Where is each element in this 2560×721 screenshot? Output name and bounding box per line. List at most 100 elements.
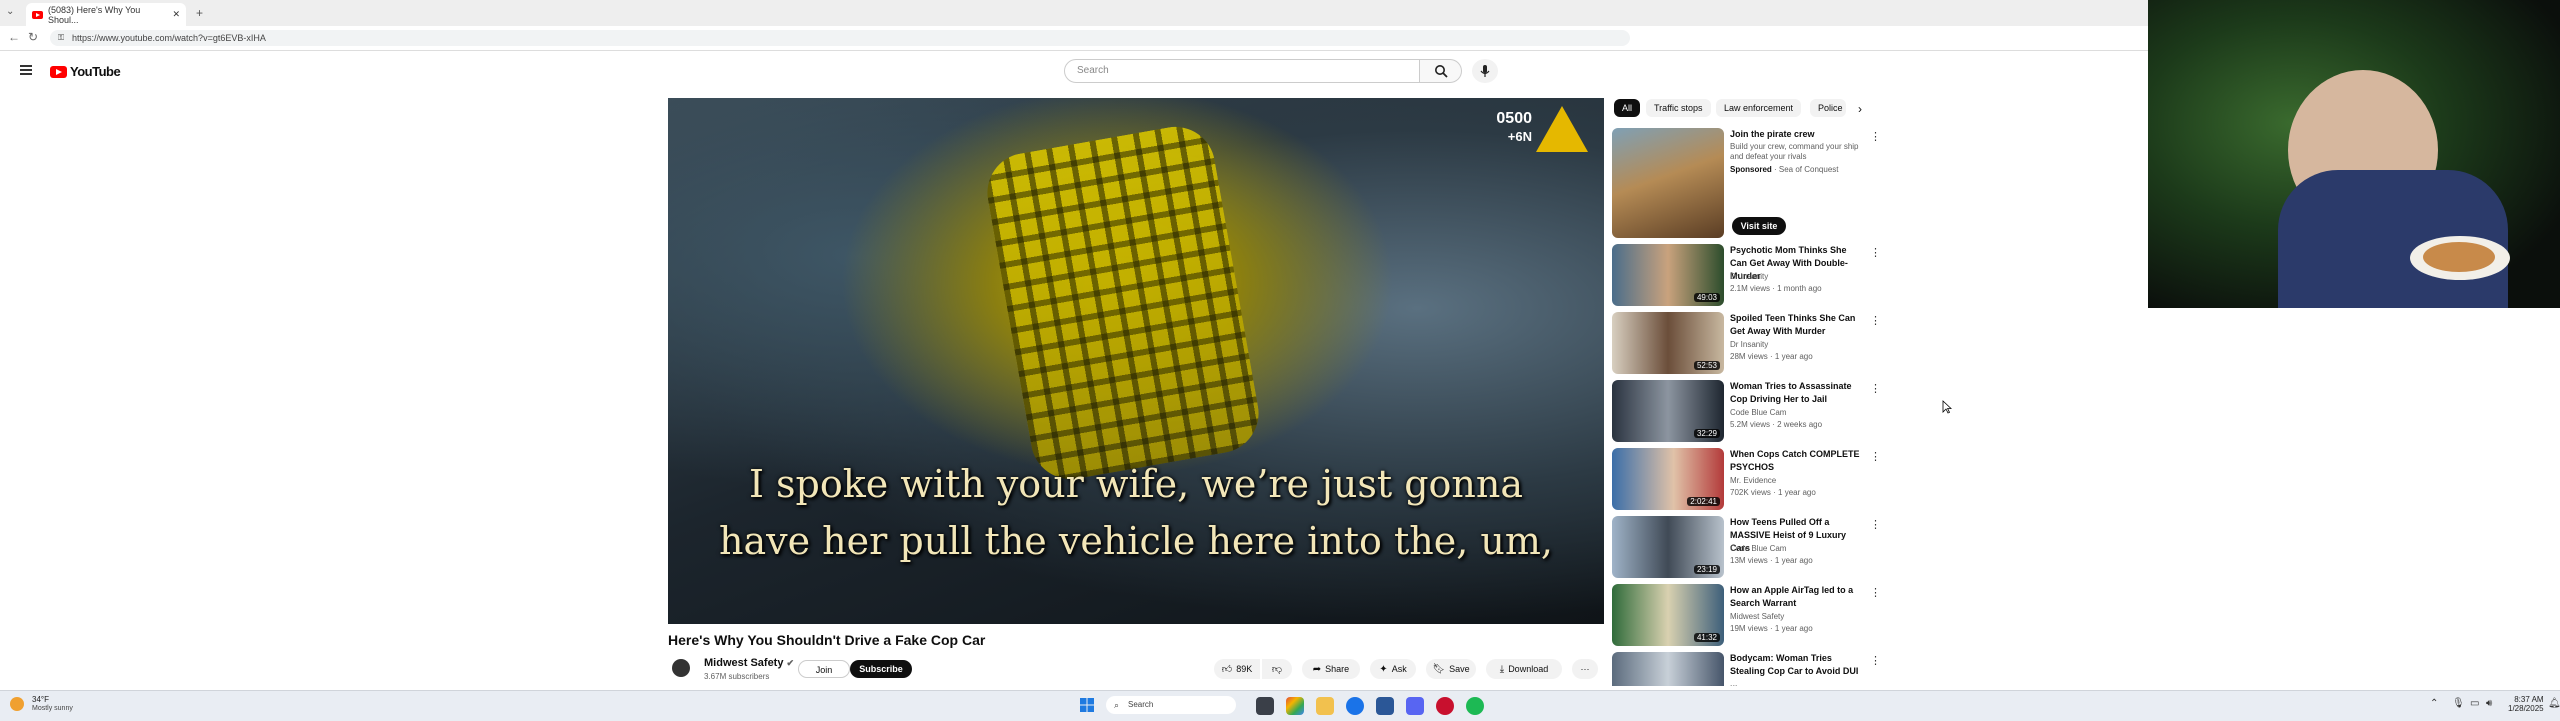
sponsored-desc-2: and defeat your rivals [1730, 152, 1807, 161]
taskbar-search[interactable]: ⌕ Search [1106, 696, 1236, 714]
subscriber-count: 3.67M subscribers [704, 672, 770, 681]
share-label: Share [1325, 664, 1350, 674]
video-card-channel[interactable]: Code Blue Cam [1730, 544, 1786, 553]
video-card-title[interactable]: When Cops Catch COMPLETE PSYCHOS [1730, 448, 1866, 474]
app-icon-red[interactable] [1436, 697, 1454, 715]
video-card-channel[interactable]: Code Blue Cam [1730, 408, 1786, 417]
recommended-video[interactable]: 52:53 Spoiled Teen Thinks She Can Get Aw… [1612, 312, 1882, 376]
channel-name[interactable]: Midwest Safety ✔ [704, 657, 794, 669]
copilot-icon[interactable] [1286, 697, 1304, 715]
microphone-icon [1480, 65, 1490, 77]
video-thumbnail[interactable] [1612, 652, 1724, 686]
more-options-icon[interactable]: ⋮ [1870, 246, 1881, 259]
chip-law-enforcement[interactable]: Law enforcement [1716, 99, 1802, 117]
search-button[interactable] [1420, 59, 1462, 83]
visit-site-button[interactable]: Visit site [1732, 217, 1786, 235]
address-bar[interactable]: ⚿ https://www.youtube.com/watch?v=gt6EVB… [50, 30, 1630, 46]
chips-next-icon[interactable]: › [1858, 102, 1862, 116]
tray-overflow-icon[interactable]: ⌃ [2430, 698, 2438, 709]
save-button[interactable]: 🔖︎ Save [1426, 659, 1476, 679]
windows-start-icon[interactable] [1080, 698, 1094, 712]
video-card-meta: 5.2M views · 2 weeks ago [1730, 420, 1823, 429]
video-card-channel[interactable]: Mr. Evidence [1730, 476, 1776, 485]
sponsored-thumbnail[interactable] [1612, 128, 1724, 238]
app-icon[interactable] [1376, 697, 1394, 715]
more-options-icon[interactable]: ⋮ [1870, 314, 1881, 327]
video-card-title[interactable]: Bodycam: Woman Tries Stealing Cop Car to… [1730, 652, 1866, 686]
discord-icon[interactable] [1406, 697, 1424, 715]
more-options-icon[interactable]: ⋮ [1870, 654, 1881, 667]
video-thumbnail[interactable]: 2:02:41 [1612, 448, 1724, 510]
download-button[interactable]: ⤓ Download [1486, 659, 1562, 679]
like-button[interactable]: 👍︎ 89K [1214, 659, 1260, 679]
refresh-icon[interactable]: ↻ [28, 30, 38, 44]
more-options-icon[interactable]: ⋮ [1870, 130, 1881, 143]
more-options-icon[interactable]: ⋮ [1870, 518, 1881, 531]
ask-button[interactable]: ✦ Ask [1370, 659, 1416, 679]
video-card-title[interactable]: Woman Tries to Assassinate Cop Driving H… [1730, 380, 1866, 406]
new-tab-icon[interactable]: + [196, 6, 203, 20]
sponsored-desc-1: Build your crew, command your ship [1730, 142, 1859, 151]
video-thumbnail[interactable]: 52:53 [1612, 312, 1724, 374]
video-thumbnail[interactable]: 49:03 [1612, 244, 1724, 306]
file-explorer-icon[interactable] [1316, 697, 1334, 715]
clock[interactable]: 8:37 AM 1/28/2025 [2508, 695, 2544, 713]
video-thumbnail[interactable]: 32:29 [1612, 380, 1724, 442]
recommended-video[interactable]: Bodycam: Woman Tries Stealing Cop Car to… [1612, 652, 1882, 686]
dislike-button[interactable]: 👎︎ [1262, 659, 1292, 679]
sponsored-card[interactable]: Join the pirate crew Build your crew, co… [1612, 128, 1882, 238]
notifications-icon[interactable]: 🔔︎ [2548, 698, 2560, 709]
tab-list-icon[interactable]: ⌄ [6, 6, 14, 17]
volume-icon[interactable]: 🔊︎ [2486, 698, 2492, 709]
recommended-video[interactable]: 2:02:41 When Cops Catch COMPLETE PSYCHOS… [1612, 448, 1882, 512]
more-options-icon[interactable]: ⋮ [1870, 382, 1881, 395]
video-card-meta: 2.1M views · 1 month ago [1730, 284, 1822, 293]
recommended-video[interactable]: 49:03 Psychotic Mom Thinks She Can Get A… [1612, 244, 1882, 308]
more-actions-button[interactable]: ··· [1572, 659, 1598, 679]
video-card-channel[interactable]: Dr Insanity [1730, 340, 1768, 349]
back-icon[interactable]: ← [8, 30, 20, 44]
chip-all[interactable]: All [1614, 99, 1641, 117]
overlay-counter-top: 0500 [1496, 110, 1532, 127]
menu-icon[interactable] [20, 63, 32, 77]
voice-search-button[interactable] [1472, 59, 1498, 83]
chrome-icon[interactable] [1346, 697, 1364, 715]
recommended-video[interactable]: 23:19 How Teens Pulled Off a MASSIVE Hei… [1612, 516, 1882, 580]
video-player[interactable]: 0500 +6N I spoke with your wife, we’re j… [668, 98, 1604, 624]
microphone-tray-icon[interactable]: 🎙︎ [2452, 698, 2465, 709]
ask-label: Ask [1391, 664, 1407, 674]
weather-temp[interactable]: 34°F [32, 695, 49, 704]
chip-police[interactable]: Police [1810, 99, 1846, 117]
thumbs-up-icon: 👍︎ [1221, 664, 1233, 675]
video-thumbnail[interactable]: 23:19 [1612, 516, 1724, 578]
video-card-channel[interactable]: Midwest Safety [1730, 612, 1784, 621]
share-button[interactable]: ➦ Share [1302, 659, 1360, 679]
video-duration: 2:02:41 [1687, 497, 1720, 506]
more-options-icon[interactable]: ⋮ [1870, 586, 1881, 599]
network-icon[interactable]: ▭ [2470, 698, 2479, 709]
browser-tab-title: (5083) Here's Why You Shoul... [48, 4, 141, 25]
chip-traffic-stops[interactable]: Traffic stops [1646, 99, 1711, 117]
recommended-video[interactable]: 32:29 Woman Tries to Assassinate Cop Dri… [1612, 380, 1882, 444]
video-duration: 52:53 [1693, 361, 1720, 370]
more-options-icon[interactable]: ⋮ [1870, 450, 1881, 463]
sparkle-icon: ✦ [1379, 663, 1388, 675]
video-card-title[interactable]: Spoiled Teen Thinks She Can Get Away Wit… [1730, 312, 1866, 338]
spotify-icon[interactable] [1466, 697, 1484, 715]
search-input[interactable]: Search [1064, 59, 1420, 83]
join-button[interactable]: Join [798, 660, 850, 678]
download-icon: ⤓ [1499, 663, 1505, 675]
video-card-channel[interactable]: Dr Insanity [1730, 272, 1768, 281]
subscribe-button[interactable]: Subscribe [850, 660, 912, 678]
browser-tab[interactable]: (5083) Here's Why You Shoul... ✕ [26, 3, 186, 26]
video-card-title[interactable]: How an Apple AirTag led to a Search Warr… [1730, 584, 1866, 610]
site-info-icon[interactable]: ⚿ [58, 30, 64, 46]
bookmark-icon: 🔖︎ [1432, 663, 1446, 675]
video-thumbnail[interactable]: 41:32 [1612, 584, 1724, 646]
close-tab-icon[interactable]: ✕ [172, 9, 180, 20]
youtube-favicon-icon [32, 10, 43, 19]
youtube-logo[interactable]: YouTube [50, 64, 121, 79]
channel-avatar[interactable] [672, 659, 690, 677]
recommended-video[interactable]: 41:32 How an Apple AirTag led to a Searc… [1612, 584, 1882, 648]
task-view-icon[interactable] [1256, 697, 1274, 715]
